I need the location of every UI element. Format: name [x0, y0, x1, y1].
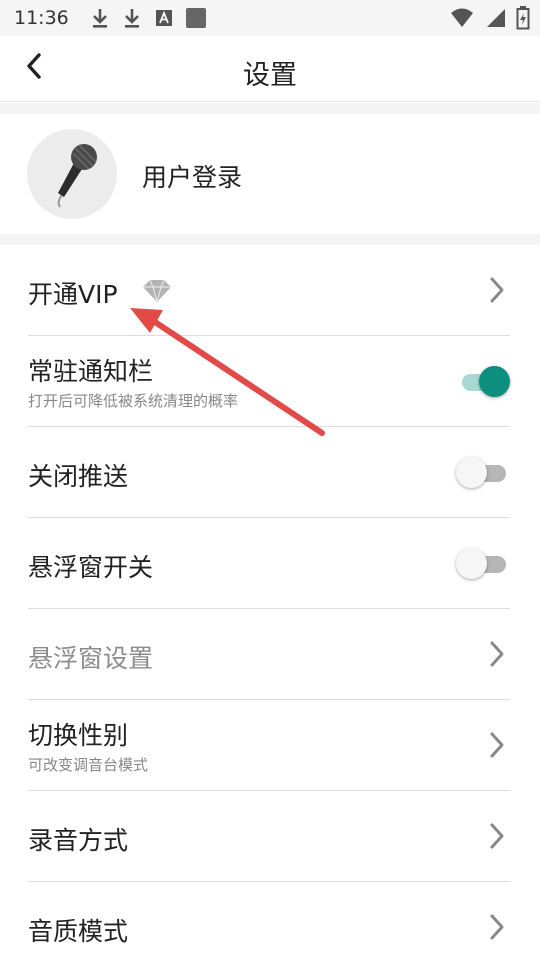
status-time: 11:36: [14, 7, 69, 29]
status-right-icons: [450, 6, 530, 34]
section-gap: [0, 234, 540, 245]
open-vip-label: 开通VIP: [28, 280, 118, 309]
toggle-knob: [479, 366, 510, 397]
notification-bar-row[interactable]: 常驻通知栏 打开后可降低被系统清理的概率: [28, 336, 510, 427]
user-login-card[interactable]: 用户登录: [0, 114, 540, 234]
floating-window-settings-label: 悬浮窗设置: [28, 644, 154, 673]
microphone-icon: [40, 135, 104, 213]
section-gap: [0, 103, 540, 114]
recording-mode-row[interactable]: 录音方式: [28, 791, 510, 882]
close-push-label: 关闭推送: [28, 462, 129, 491]
switch-gender-row[interactable]: 切换性别 可改变调音台模式: [28, 700, 510, 791]
signal-icon: [484, 7, 506, 33]
status-bar: 11:36: [0, 0, 540, 36]
avatar: [27, 129, 117, 219]
floating-window-settings-row[interactable]: 悬浮窗设置: [28, 609, 510, 700]
keyboard-a-icon: [153, 6, 175, 30]
download-icon: [121, 6, 143, 30]
floating-window-toggle[interactable]: [456, 548, 510, 580]
audio-quality-label: 音质模式: [28, 917, 129, 946]
user-login-label: 用户登录: [142, 163, 243, 192]
notification-bar-label: 常驻通知栏: [28, 357, 154, 386]
switch-gender-subtitle: 可改变调音台模式: [28, 756, 149, 774]
diamond-icon: [142, 279, 172, 305]
chevron-right-icon: [486, 821, 508, 851]
floating-window-switch-label: 悬浮窗开关: [28, 553, 154, 582]
chevron-right-icon: [486, 912, 508, 942]
battery-icon: [516, 6, 530, 34]
notification-bar-toggle[interactable]: [458, 366, 510, 398]
floating-window-switch-row[interactable]: 悬浮窗开关: [28, 518, 510, 609]
recording-mode-label: 录音方式: [28, 826, 129, 855]
chevron-right-icon: [486, 730, 508, 760]
chevron-right-icon: [486, 275, 508, 305]
switch-gender-label: 切换性别: [28, 721, 129, 750]
toggle-knob: [456, 548, 487, 579]
settings-list: 开通VIP 常驻通知栏 打开后可降低被系统清理的概率 关闭推送 悬浮窗开关 悬浮…: [0, 245, 540, 960]
close-push-toggle[interactable]: [456, 457, 510, 489]
download-icon: [89, 6, 111, 30]
close-push-row[interactable]: 关闭推送: [28, 427, 510, 518]
wifi-icon: [450, 7, 474, 33]
notification-bar-subtitle: 打开后可降低被系统清理的概率: [28, 392, 239, 410]
app-square-icon: [185, 6, 207, 30]
page-title: 设置: [243, 60, 297, 91]
audio-quality-row[interactable]: 音质模式: [28, 882, 510, 960]
open-vip-row[interactable]: 开通VIP: [28, 245, 510, 336]
toggle-knob: [456, 457, 487, 488]
chevron-right-icon: [486, 639, 508, 669]
app-bar: 设置: [0, 36, 540, 102]
